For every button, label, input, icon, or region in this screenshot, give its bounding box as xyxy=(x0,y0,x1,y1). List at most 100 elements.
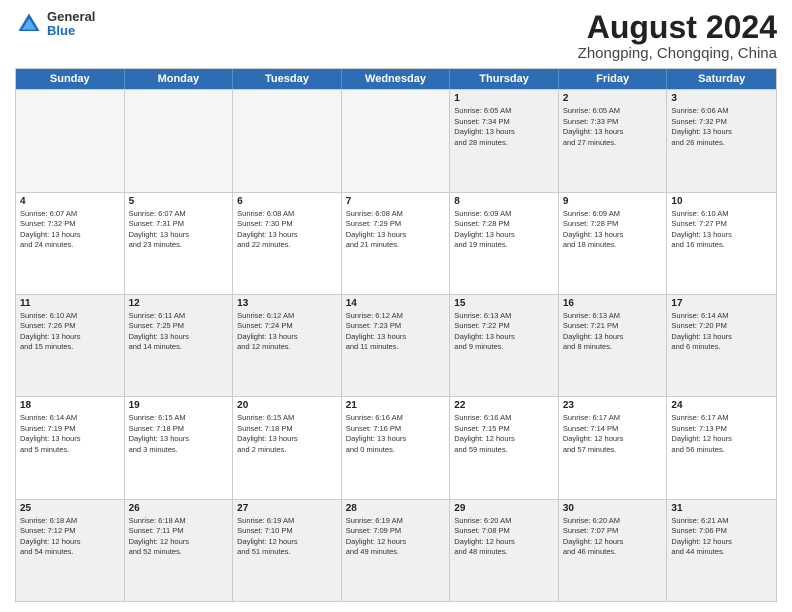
day-info: Sunrise: 6:07 AM Sunset: 7:31 PM Dayligh… xyxy=(129,209,229,251)
day-number: 13 xyxy=(237,298,337,309)
day-info: Sunrise: 6:14 AM Sunset: 7:20 PM Dayligh… xyxy=(671,311,772,353)
day-info: Sunrise: 6:15 AM Sunset: 7:18 PM Dayligh… xyxy=(237,413,337,455)
day-info: Sunrise: 6:11 AM Sunset: 7:25 PM Dayligh… xyxy=(129,311,229,353)
day-number: 4 xyxy=(20,196,120,207)
day-info: Sunrise: 6:06 AM Sunset: 7:32 PM Dayligh… xyxy=(671,106,772,148)
day-info: Sunrise: 6:13 AM Sunset: 7:21 PM Dayligh… xyxy=(563,311,663,353)
day-info: Sunrise: 6:21 AM Sunset: 7:06 PM Dayligh… xyxy=(671,516,772,558)
day-number: 6 xyxy=(237,196,337,207)
header-day: Thursday xyxy=(450,69,559,89)
calendar-body: 1Sunrise: 6:05 AM Sunset: 7:34 PM Daylig… xyxy=(16,89,776,601)
calendar-cell: 15Sunrise: 6:13 AM Sunset: 7:22 PM Dayli… xyxy=(450,295,559,396)
day-info: Sunrise: 6:09 AM Sunset: 7:28 PM Dayligh… xyxy=(563,209,663,251)
day-number: 8 xyxy=(454,196,554,207)
day-info: Sunrise: 6:14 AM Sunset: 7:19 PM Dayligh… xyxy=(20,413,120,455)
page: General Blue August 2024 Zhongping, Chon… xyxy=(0,0,792,612)
day-info: Sunrise: 6:12 AM Sunset: 7:23 PM Dayligh… xyxy=(346,311,446,353)
calendar-cell: 7 Sunrise: 6:08 AM Sunset: 7:29 PM Daylig… xyxy=(342,193,451,294)
calendar-cell: 31 Sunrise: 6:21 AM Sunset: 7:06 PM Dayli… xyxy=(667,500,776,601)
day-info: Sunrise: 6:12 AM Sunset: 7:24 PM Dayligh… xyxy=(237,311,337,353)
title-block: August 2024 Zhongping, Chongqing, China xyxy=(578,10,777,62)
day-info: Sunrise: 6:05 AM Sunset: 7:34 PM Dayligh… xyxy=(454,106,554,148)
calendar-cell: 6 Sunrise: 6:08 AM Sunset: 7:30 PM Daylig… xyxy=(233,193,342,294)
day-number: 24 xyxy=(671,400,772,411)
logo-blue: Blue xyxy=(47,24,95,38)
calendar-cell: 23 Sunrise: 6:17 AM Sunset: 7:14 PM Dayli… xyxy=(559,397,668,498)
day-info: Sunrise: 6:15 AM Sunset: 7:18 PM Dayligh… xyxy=(129,413,229,455)
day-info: Sunrise: 6:05 AM Sunset: 7:33 PM Dayligh… xyxy=(563,106,663,148)
calendar-row: 4Sunrise: 6:07 AM Sunset: 7:32 PM Daylig… xyxy=(16,192,776,294)
day-info: Sunrise: 6:10 AM Sunset: 7:26 PM Dayligh… xyxy=(20,311,120,353)
calendar-cell: 25Sunrise: 6:18 AM Sunset: 7:12 PM Dayli… xyxy=(16,500,125,601)
calendar-cell: 14 Sunrise: 6:12 AM Sunset: 7:23 PM Dayli… xyxy=(342,295,451,396)
calendar-cell: 30 Sunrise: 6:20 AM Sunset: 7:07 PM Dayli… xyxy=(559,500,668,601)
logo-text: General Blue xyxy=(47,10,95,39)
calendar-cell xyxy=(233,90,342,191)
day-info: Sunrise: 6:18 AM Sunset: 7:11 PM Dayligh… xyxy=(129,516,229,558)
day-number: 29 xyxy=(454,503,554,514)
day-info: Sunrise: 6:10 AM Sunset: 7:27 PM Dayligh… xyxy=(671,209,772,251)
calendar-subtitle: Zhongping, Chongqing, China xyxy=(578,45,777,62)
day-number: 16 xyxy=(563,298,663,309)
calendar-cell: 5 Sunrise: 6:07 AM Sunset: 7:31 PM Daylig… xyxy=(125,193,234,294)
calendar-cell: 1Sunrise: 6:05 AM Sunset: 7:34 PM Daylig… xyxy=(450,90,559,191)
calendar-cell: 22Sunrise: 6:16 AM Sunset: 7:15 PM Dayli… xyxy=(450,397,559,498)
calendar-row: 25Sunrise: 6:18 AM Sunset: 7:12 PM Dayli… xyxy=(16,499,776,601)
day-number: 7 xyxy=(346,196,446,207)
day-number: 5 xyxy=(129,196,229,207)
calendar-cell: 2 Sunrise: 6:05 AM Sunset: 7:33 PM Daylig… xyxy=(559,90,668,191)
day-number: 12 xyxy=(129,298,229,309)
calendar-cell: 16 Sunrise: 6:13 AM Sunset: 7:21 PM Dayli… xyxy=(559,295,668,396)
day-info: Sunrise: 6:08 AM Sunset: 7:29 PM Dayligh… xyxy=(346,209,446,251)
calendar-header: SundayMondayTuesdayWednesdayThursdayFrid… xyxy=(16,69,776,89)
day-number: 30 xyxy=(563,503,663,514)
day-number: 17 xyxy=(671,298,772,309)
calendar-row: 11Sunrise: 6:10 AM Sunset: 7:26 PM Dayli… xyxy=(16,294,776,396)
day-info: Sunrise: 6:08 AM Sunset: 7:30 PM Dayligh… xyxy=(237,209,337,251)
header: General Blue August 2024 Zhongping, Chon… xyxy=(15,10,777,62)
day-number: 2 xyxy=(563,93,663,104)
calendar-cell: 17 Sunrise: 6:14 AM Sunset: 7:20 PM Dayli… xyxy=(667,295,776,396)
day-number: 25 xyxy=(20,503,120,514)
day-number: 21 xyxy=(346,400,446,411)
day-number: 26 xyxy=(129,503,229,514)
calendar-cell: 3Sunrise: 6:06 AM Sunset: 7:32 PM Daylig… xyxy=(667,90,776,191)
calendar-cell: 24 Sunrise: 6:17 AM Sunset: 7:13 PM Dayli… xyxy=(667,397,776,498)
calendar-cell: 9Sunrise: 6:09 AM Sunset: 7:28 PM Daylig… xyxy=(559,193,668,294)
day-number: 10 xyxy=(671,196,772,207)
day-info: Sunrise: 6:16 AM Sunset: 7:15 PM Dayligh… xyxy=(454,413,554,455)
calendar: SundayMondayTuesdayWednesdayThursdayFrid… xyxy=(15,68,777,602)
day-info: Sunrise: 6:16 AM Sunset: 7:16 PM Dayligh… xyxy=(346,413,446,455)
calendar-cell: 21 Sunrise: 6:16 AM Sunset: 7:16 PM Dayli… xyxy=(342,397,451,498)
calendar-cell: 18 Sunrise: 6:14 AM Sunset: 7:19 PM Dayli… xyxy=(16,397,125,498)
calendar-cell: 11Sunrise: 6:10 AM Sunset: 7:26 PM Dayli… xyxy=(16,295,125,396)
calendar-row: 18 Sunrise: 6:14 AM Sunset: 7:19 PM Dayli… xyxy=(16,396,776,498)
day-info: Sunrise: 6:20 AM Sunset: 7:08 PM Dayligh… xyxy=(454,516,554,558)
calendar-cell: 13 Sunrise: 6:12 AM Sunset: 7:24 PM Dayli… xyxy=(233,295,342,396)
day-number: 27 xyxy=(237,503,337,514)
header-day: Monday xyxy=(125,69,234,89)
calendar-cell: 28Sunrise: 6:19 AM Sunset: 7:09 PM Dayli… xyxy=(342,500,451,601)
day-info: Sunrise: 6:20 AM Sunset: 7:07 PM Dayligh… xyxy=(563,516,663,558)
calendar-cell: 8Sunrise: 6:09 AM Sunset: 7:28 PM Daylig… xyxy=(450,193,559,294)
logo-general: General xyxy=(47,10,95,24)
day-info: Sunrise: 6:17 AM Sunset: 7:13 PM Dayligh… xyxy=(671,413,772,455)
calendar-cell: 10 Sunrise: 6:10 AM Sunset: 7:27 PM Dayli… xyxy=(667,193,776,294)
day-number: 18 xyxy=(20,400,120,411)
day-number: 31 xyxy=(671,503,772,514)
day-info: Sunrise: 6:19 AM Sunset: 7:09 PM Dayligh… xyxy=(346,516,446,558)
calendar-cell: 20Sunrise: 6:15 AM Sunset: 7:18 PM Dayli… xyxy=(233,397,342,498)
day-number: 14 xyxy=(346,298,446,309)
day-number: 23 xyxy=(563,400,663,411)
logo: General Blue xyxy=(15,10,95,39)
calendar-cell: 27Sunrise: 6:19 AM Sunset: 7:10 PM Dayli… xyxy=(233,500,342,601)
calendar-cell xyxy=(125,90,234,191)
calendar-cell: 4Sunrise: 6:07 AM Sunset: 7:32 PM Daylig… xyxy=(16,193,125,294)
calendar-cell: 29 Sunrise: 6:20 AM Sunset: 7:08 PM Dayli… xyxy=(450,500,559,601)
day-info: Sunrise: 6:13 AM Sunset: 7:22 PM Dayligh… xyxy=(454,311,554,353)
logo-icon xyxy=(15,10,43,38)
calendar-cell xyxy=(16,90,125,191)
header-day: Friday xyxy=(559,69,668,89)
header-day: Sunday xyxy=(16,69,125,89)
day-info: Sunrise: 6:17 AM Sunset: 7:14 PM Dayligh… xyxy=(563,413,663,455)
